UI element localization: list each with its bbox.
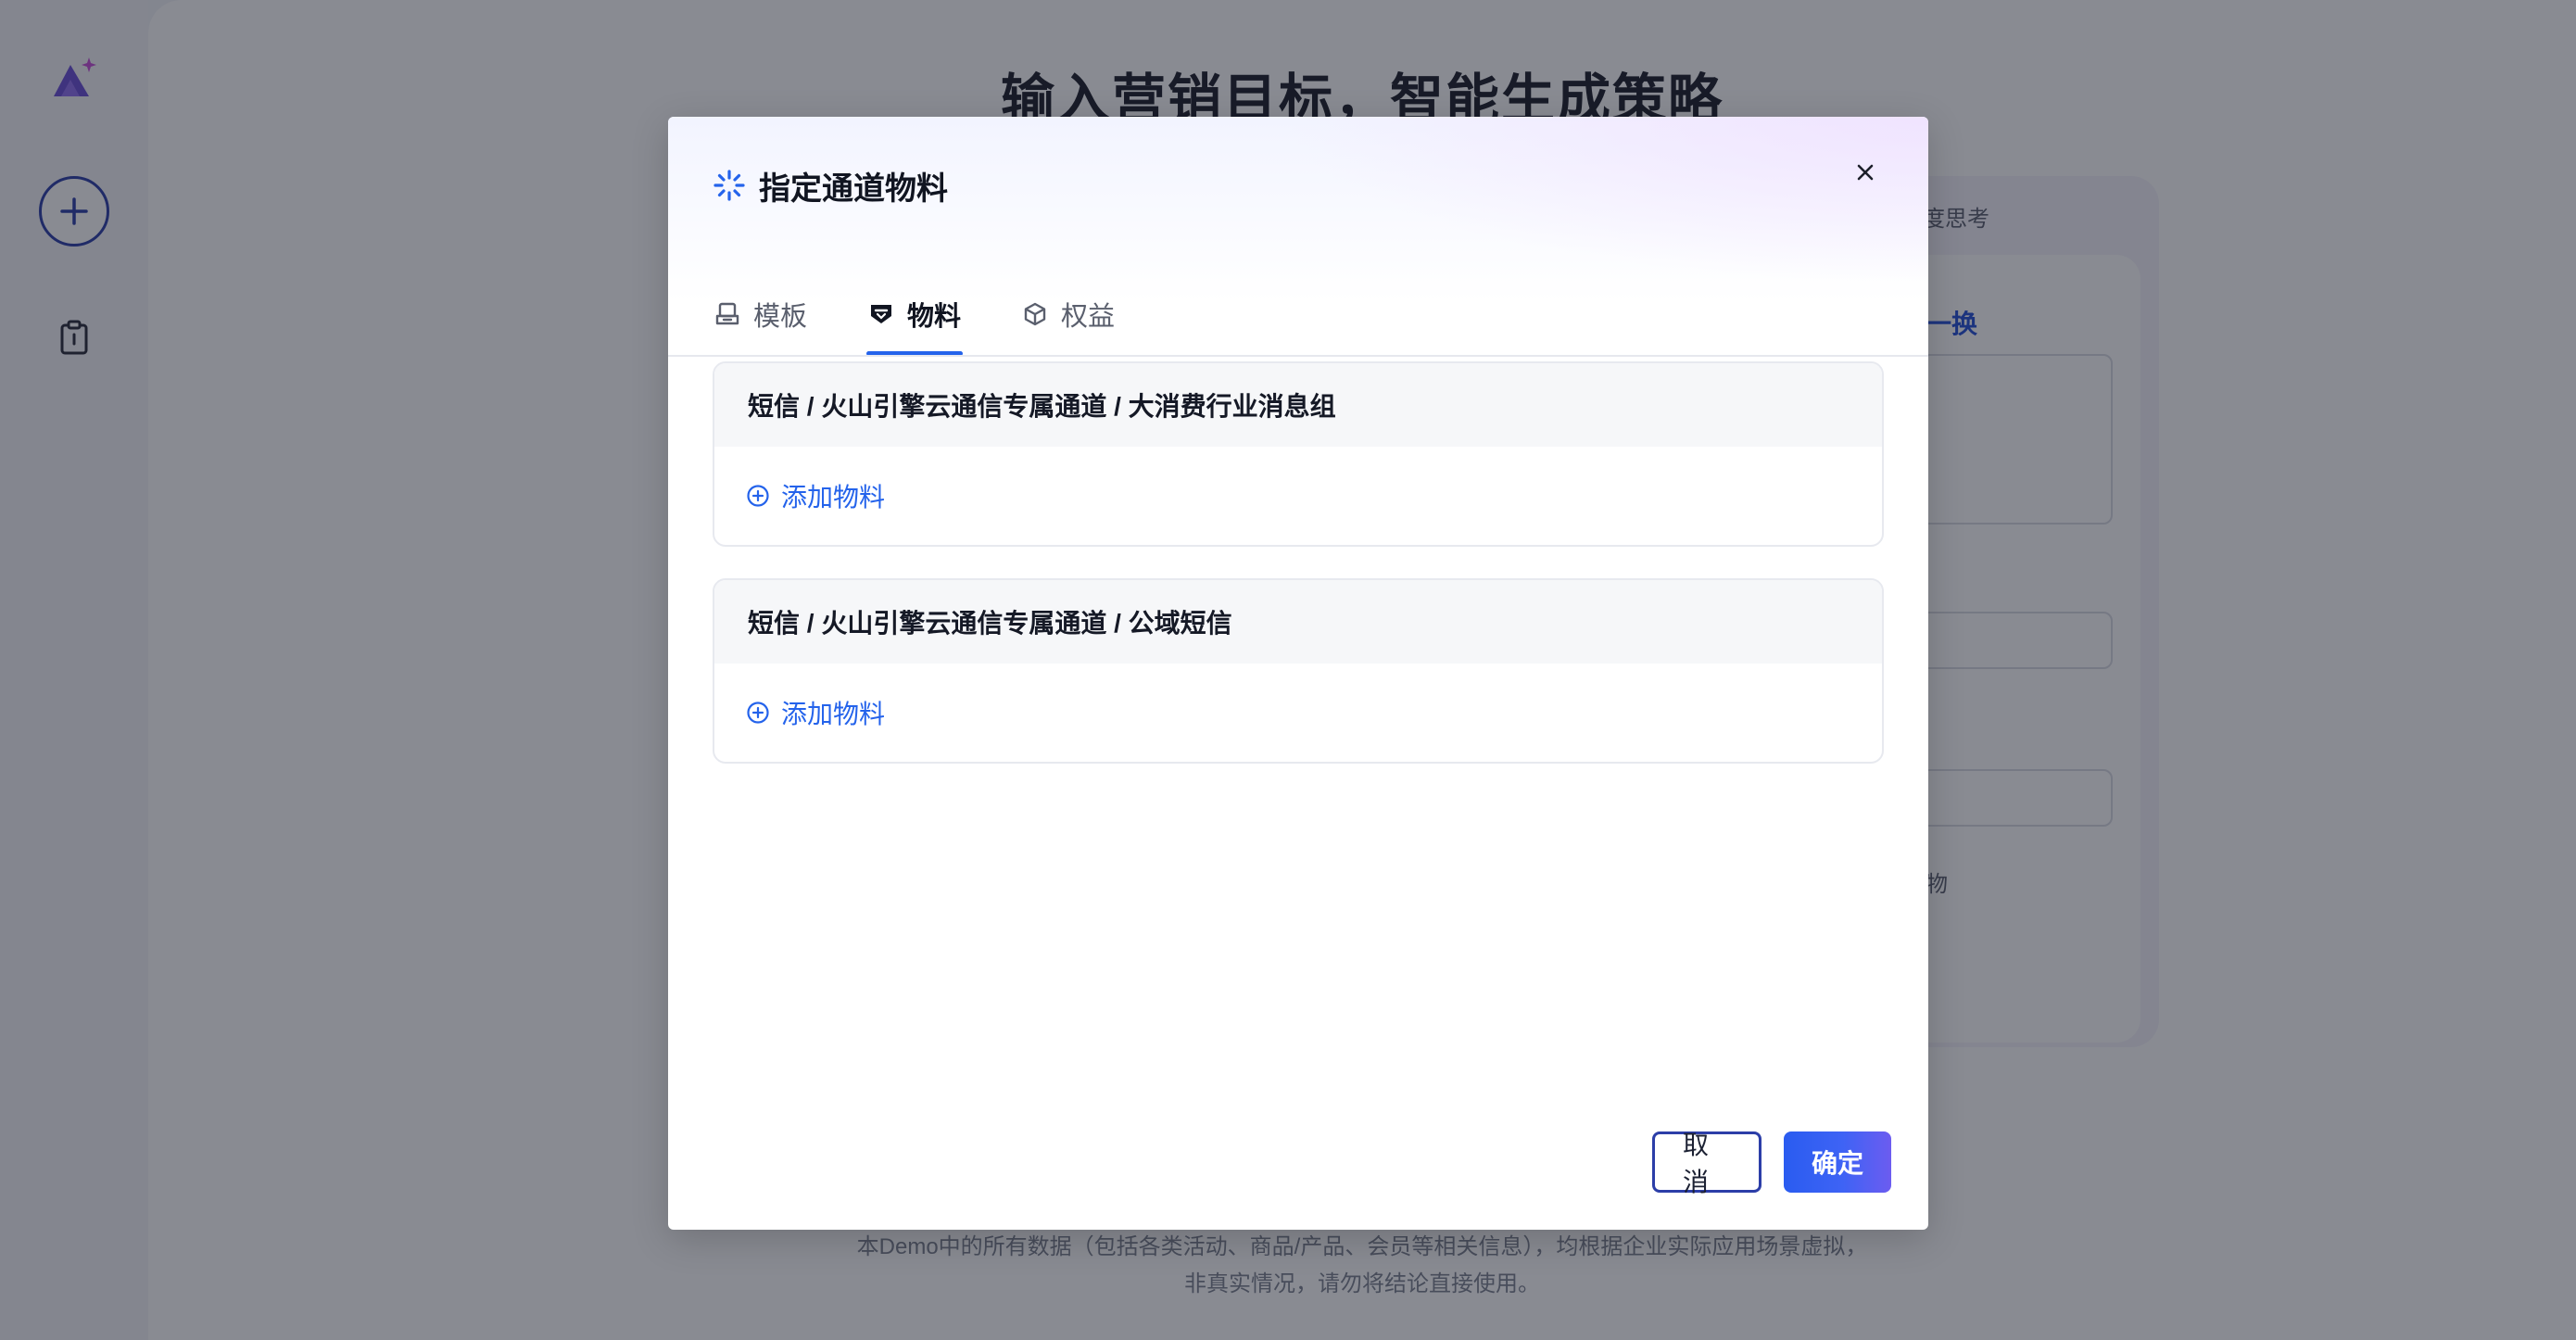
add-circle-icon — [747, 485, 769, 507]
add-material-button[interactable]: 添加物料 — [746, 694, 885, 731]
app-window: 输入营销目标，智能生成策略 度思考 一换 物 本Demo中的所有数据（包括各类活… — [0, 0, 2576, 1340]
channel-group-body: 添加物料 — [714, 664, 1882, 762]
channel-group-title: 短信 / 火山引擎云通信专属通道 / 大消费行业消息组 — [714, 363, 1882, 447]
tab-template-label: 模板 — [753, 302, 808, 332]
cancel-button[interactable]: 取消 — [1652, 1131, 1762, 1196]
tab-material[interactable]: 物料 — [866, 272, 964, 356]
confirm-button[interactable]: 确定 — [1784, 1131, 1891, 1193]
dialog-header: 指定通道物料 — [713, 159, 948, 211]
tab-benefit[interactable]: 权益 — [1020, 272, 1117, 356]
sparkle-icon — [713, 170, 745, 201]
template-icon — [715, 302, 739, 325]
tab-divider — [668, 355, 1928, 357]
close-icon — [1857, 164, 1874, 181]
material-icon — [871, 305, 892, 323]
tab-benefit-label: 权益 — [1061, 302, 1116, 332]
cube-icon — [1024, 302, 1046, 326]
dialog-footer: 取消 确定 — [1652, 1131, 1891, 1196]
add-material-label: 添加物料 — [781, 483, 886, 512]
channel-group-body: 添加物料 — [714, 447, 1882, 545]
add-material-button[interactable]: 添加物料 — [746, 477, 885, 514]
channel-group: 短信 / 火山引擎云通信专属通道 / 公域短信 添加物料 — [713, 578, 1884, 764]
tab-bar: 模板 物料 权益 — [713, 272, 1174, 356]
close-button[interactable] — [1843, 150, 1888, 195]
channel-group: 短信 / 火山引擎云通信专属通道 / 大消费行业消息组 添加物料 — [713, 361, 1884, 547]
add-material-label: 添加物料 — [781, 700, 886, 728]
channel-group-title: 短信 / 火山引擎云通信专属通道 / 公域短信 — [714, 580, 1882, 664]
add-circle-icon — [747, 702, 769, 724]
tab-template[interactable]: 模板 — [713, 272, 809, 356]
material-dialog: 指定通道物料 模板 物料 权益 短信 / 火山引擎云通信专属通道 / 大消费行业… — [668, 117, 1928, 1230]
dialog-title: 指定通道物料 — [759, 171, 948, 207]
tab-material-label: 物料 — [907, 302, 962, 332]
